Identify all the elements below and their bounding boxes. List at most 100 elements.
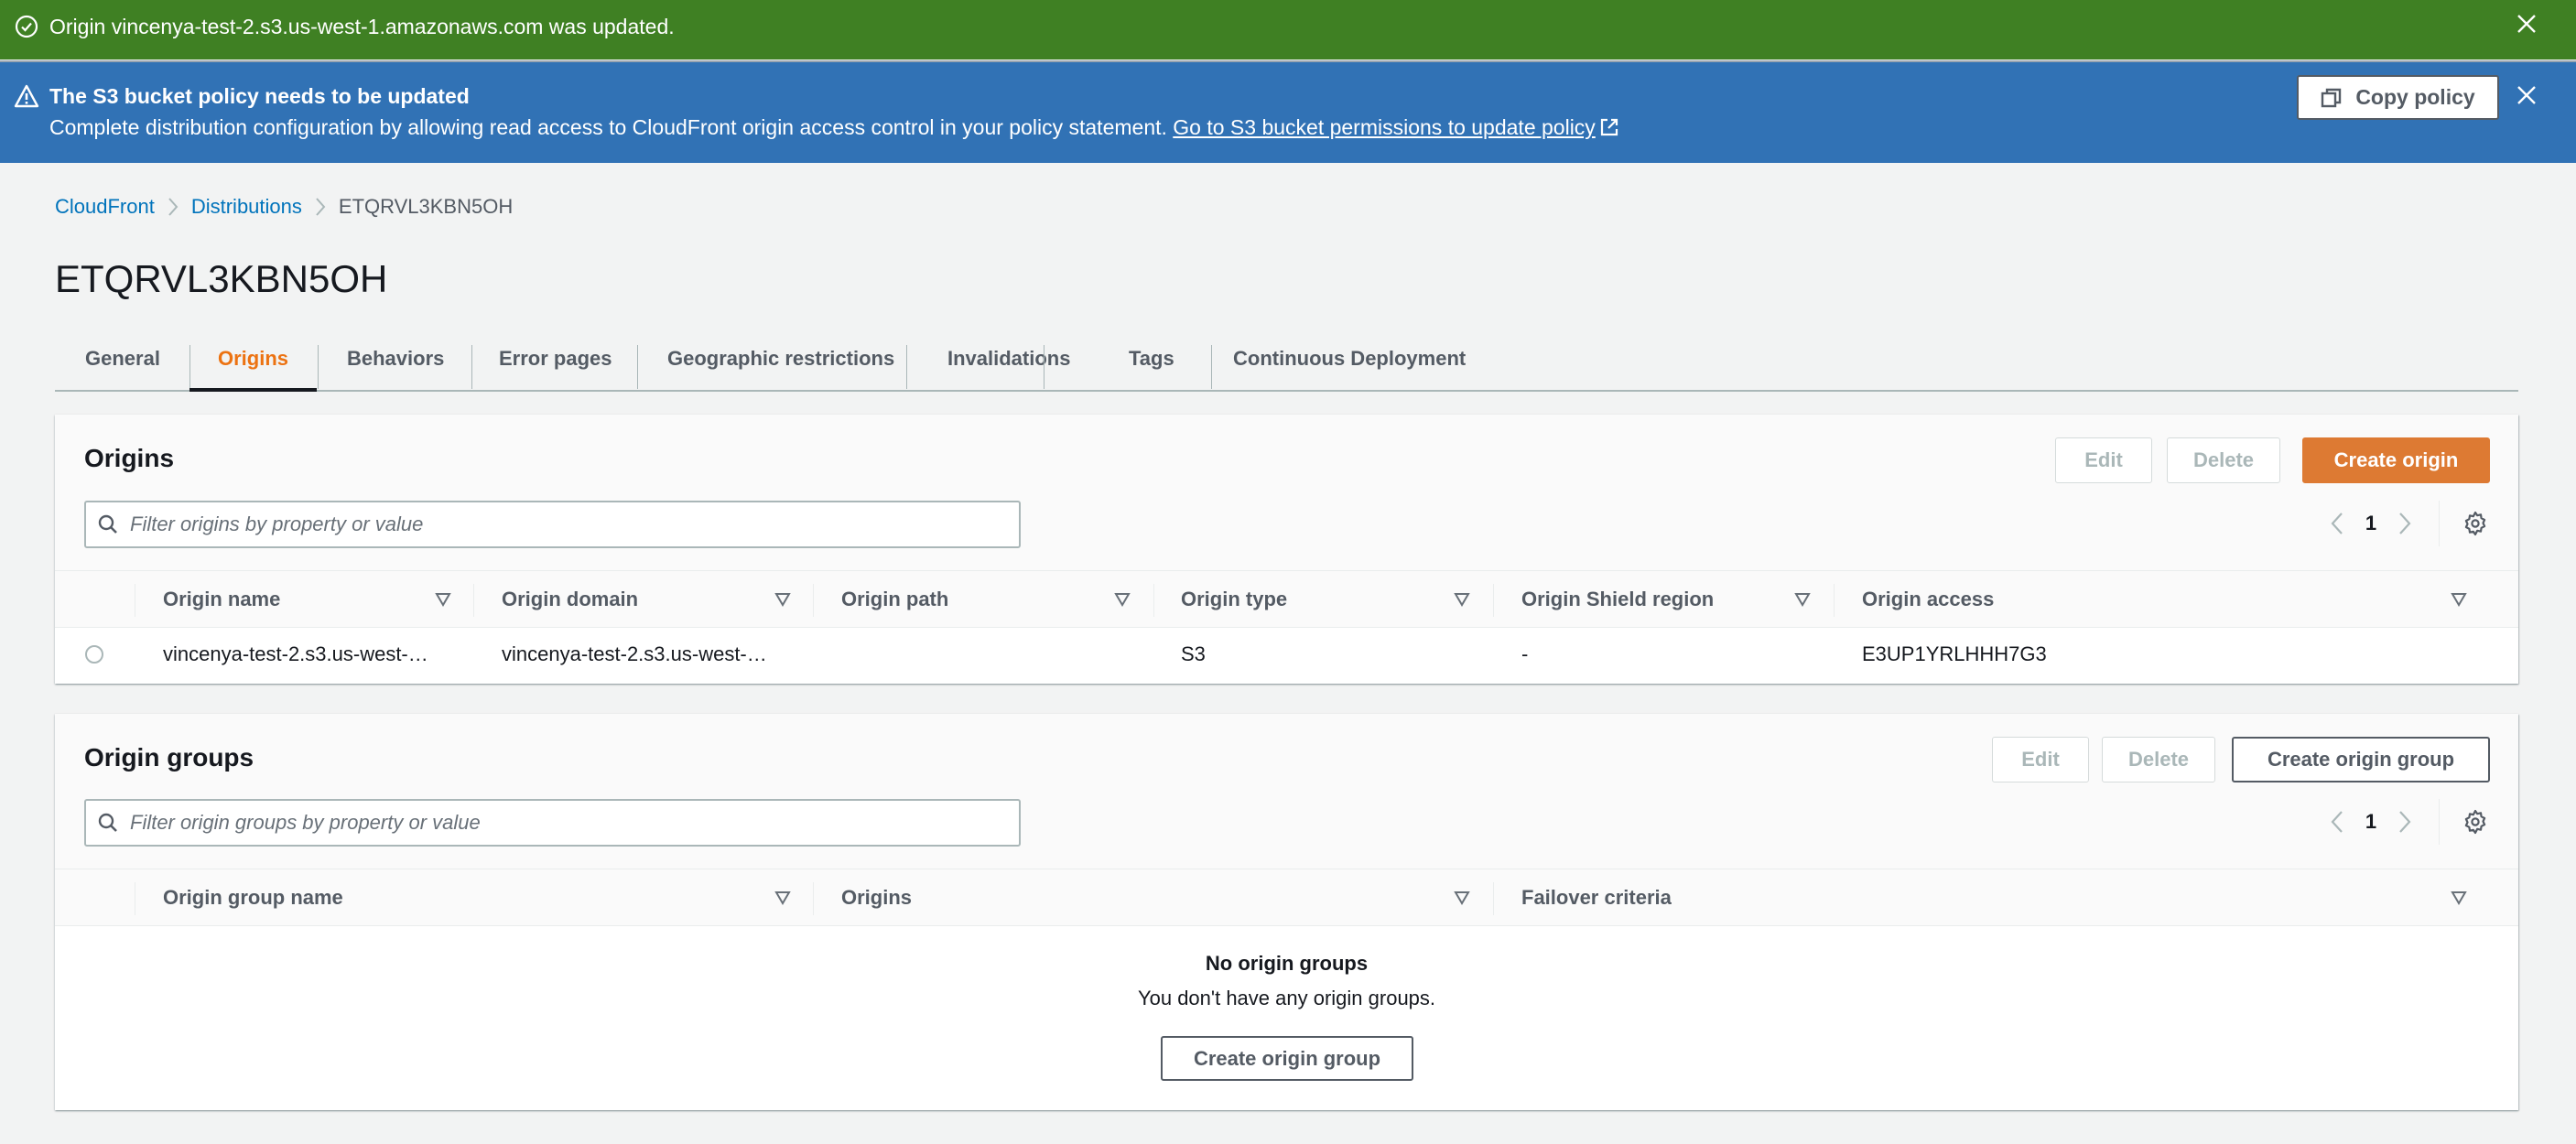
breadcrumb-current: ETQRVL3KBN5OH — [338, 195, 514, 218]
tab-behaviors[interactable]: Behaviors — [347, 328, 444, 390]
origin-groups-title: Origin groups — [84, 743, 254, 772]
sort-icon[interactable] — [435, 591, 451, 608]
tab-divider — [637, 345, 638, 389]
edit-origin-group-button[interactable]: Edit — [1992, 737, 2089, 782]
search-icon — [98, 514, 117, 534]
delete-origin-group-button[interactable]: Delete — [2102, 737, 2215, 782]
tab-invalidations[interactable]: Invalidations — [947, 328, 1070, 390]
tab-error-pages[interactable]: Error pages — [499, 328, 612, 390]
sort-icon[interactable] — [774, 591, 791, 608]
origins-filter-input[interactable] — [130, 502, 1009, 546]
next-page-icon[interactable] — [2389, 508, 2420, 539]
sort-icon[interactable] — [1794, 591, 1811, 608]
sort-icon[interactable] — [2451, 591, 2467, 608]
sort-icon[interactable] — [774, 890, 791, 906]
s3-permissions-link-text: Go to S3 bucket permissions to update po… — [1173, 115, 1596, 139]
column-origin-domain[interactable]: Origin domain — [502, 571, 638, 628]
column-divider — [473, 584, 474, 617]
column-origin-name[interactable]: Origin name — [163, 571, 280, 628]
info-body: Complete distribution configuration by a… — [49, 113, 1619, 141]
column-origin-type[interactable]: Origin type — [1181, 571, 1287, 628]
copy-policy-button[interactable]: Copy policy — [2297, 75, 2499, 120]
column-divider — [1834, 584, 1835, 617]
chevron-right-icon — [155, 196, 191, 218]
gear-icon[interactable] — [2462, 510, 2489, 537]
empty-state-description: You don't have any origin groups. — [1137, 987, 1436, 1009]
info-body-text: Complete distribution configuration by a… — [49, 115, 1167, 139]
origins-table-header: Origin name Origin domain Origin path Or… — [55, 570, 2518, 628]
origins-panel: Origins Edit Delete Create origin 1 Orig… — [55, 415, 2518, 684]
sort-icon[interactable] — [1454, 890, 1470, 906]
origin-groups-table-header: Origin group name Origins Failover crite… — [55, 869, 2518, 926]
create-origin-group-button[interactable]: Create origin group — [2232, 737, 2490, 782]
table-row[interactable]: vincenya-test-2.s3.us-west-… vincenya-te… — [55, 628, 2518, 684]
column-divider — [1493, 882, 1494, 915]
column-origin-group-name[interactable]: Origin group name — [163, 869, 343, 926]
warning-icon — [14, 84, 39, 108]
column-origin-access[interactable]: Origin access — [1862, 571, 1994, 628]
empty-create-origin-group-button[interactable]: Create origin group — [1161, 1036, 1413, 1081]
gear-icon[interactable] — [2462, 808, 2489, 836]
tab-geographic-restrictions[interactable]: Geographic restrictions — [667, 328, 894, 390]
sort-icon[interactable] — [1114, 591, 1131, 608]
tab-divider — [471, 345, 472, 389]
tab-general[interactable]: General — [85, 328, 160, 390]
cell-origin-name: vincenya-test-2.s3.us-west-… — [163, 642, 428, 665]
edit-origin-button[interactable]: Edit — [2055, 437, 2152, 483]
copy-icon — [2322, 88, 2342, 107]
column-origins[interactable]: Origins — [841, 869, 912, 926]
sort-icon[interactable] — [2451, 890, 2467, 906]
tab-tags[interactable]: Tags — [1129, 328, 1174, 390]
external-link-icon — [1600, 118, 1618, 136]
column-divider — [813, 882, 814, 915]
sort-icon[interactable] — [1454, 591, 1470, 608]
previous-page-icon[interactable] — [2322, 508, 2353, 539]
origins-filter[interactable] — [84, 501, 1021, 548]
copy-policy-label: Copy policy — [2355, 85, 2475, 109]
empty-state: No origin groups You don't have any orig… — [55, 926, 2518, 1110]
tab-divider — [1211, 345, 1212, 389]
page-title: ETQRVL3KBN5OH — [55, 257, 388, 300]
column-origin-path[interactable]: Origin path — [841, 571, 948, 628]
tab-divider — [318, 345, 319, 389]
cell-origin-type: S3 — [1181, 642, 1206, 665]
page-number[interactable]: 1 — [2353, 512, 2389, 535]
row-select-radio[interactable] — [85, 645, 103, 664]
tab-origins[interactable]: Origins — [189, 328, 318, 392]
origin-groups-filter[interactable] — [84, 799, 1021, 847]
close-icon[interactable] — [2514, 82, 2539, 108]
cell-origin-shield: - — [1521, 642, 1529, 665]
page-number[interactable]: 1 — [2353, 810, 2389, 834]
breadcrumb-distributions[interactable]: Distributions — [191, 195, 302, 219]
column-divider — [1153, 584, 1154, 617]
close-icon[interactable] — [2514, 11, 2539, 37]
check-circle-icon — [15, 15, 38, 38]
origin-groups-panel: Origin groups Edit Delete Create origin … — [55, 714, 2518, 1110]
origins-pagination: 1 — [2322, 501, 2489, 546]
origins-title: Origins — [84, 444, 175, 472]
breadcrumb-cloudfront[interactable]: CloudFront — [55, 195, 155, 219]
info-flashbar: The S3 bucket policy needs to be updated… — [0, 60, 2576, 163]
chevron-right-icon — [302, 196, 339, 218]
cell-origin-access: E3UP1YRLHHH7G3 — [1862, 642, 2047, 665]
origin-groups-filter-input[interactable] — [130, 801, 1009, 845]
column-origin-shield-region[interactable]: Origin Shield region — [1521, 571, 1714, 628]
origin-groups-pagination: 1 — [2322, 799, 2489, 845]
search-icon — [98, 813, 117, 832]
pager-divider — [2439, 799, 2440, 845]
column-divider — [813, 584, 814, 617]
empty-state-title: No origin groups — [1205, 952, 1369, 975]
previous-page-icon[interactable] — [2322, 806, 2353, 837]
tab-continuous-deployment[interactable]: Continuous Deployment — [1233, 328, 1466, 390]
next-page-icon[interactable] — [2389, 806, 2420, 837]
s3-permissions-link[interactable]: Go to S3 bucket permissions to update po… — [1173, 115, 1619, 139]
info-header: The S3 bucket policy needs to be updated — [49, 84, 470, 108]
create-origin-button[interactable]: Create origin — [2302, 437, 2490, 483]
tab-bar: General Origins Behaviors Error pages Ge… — [55, 328, 2518, 392]
tab-divider — [906, 345, 907, 389]
success-message: Origin vincenya-test-2.s3.us-west-1.amaz… — [49, 15, 675, 38]
delete-origin-button[interactable]: Delete — [2167, 437, 2280, 483]
column-divider — [1493, 584, 1494, 617]
column-failover-criteria[interactable]: Failover criteria — [1521, 869, 1672, 926]
success-flashbar: Origin vincenya-test-2.s3.us-west-1.amaz… — [0, 0, 2576, 59]
